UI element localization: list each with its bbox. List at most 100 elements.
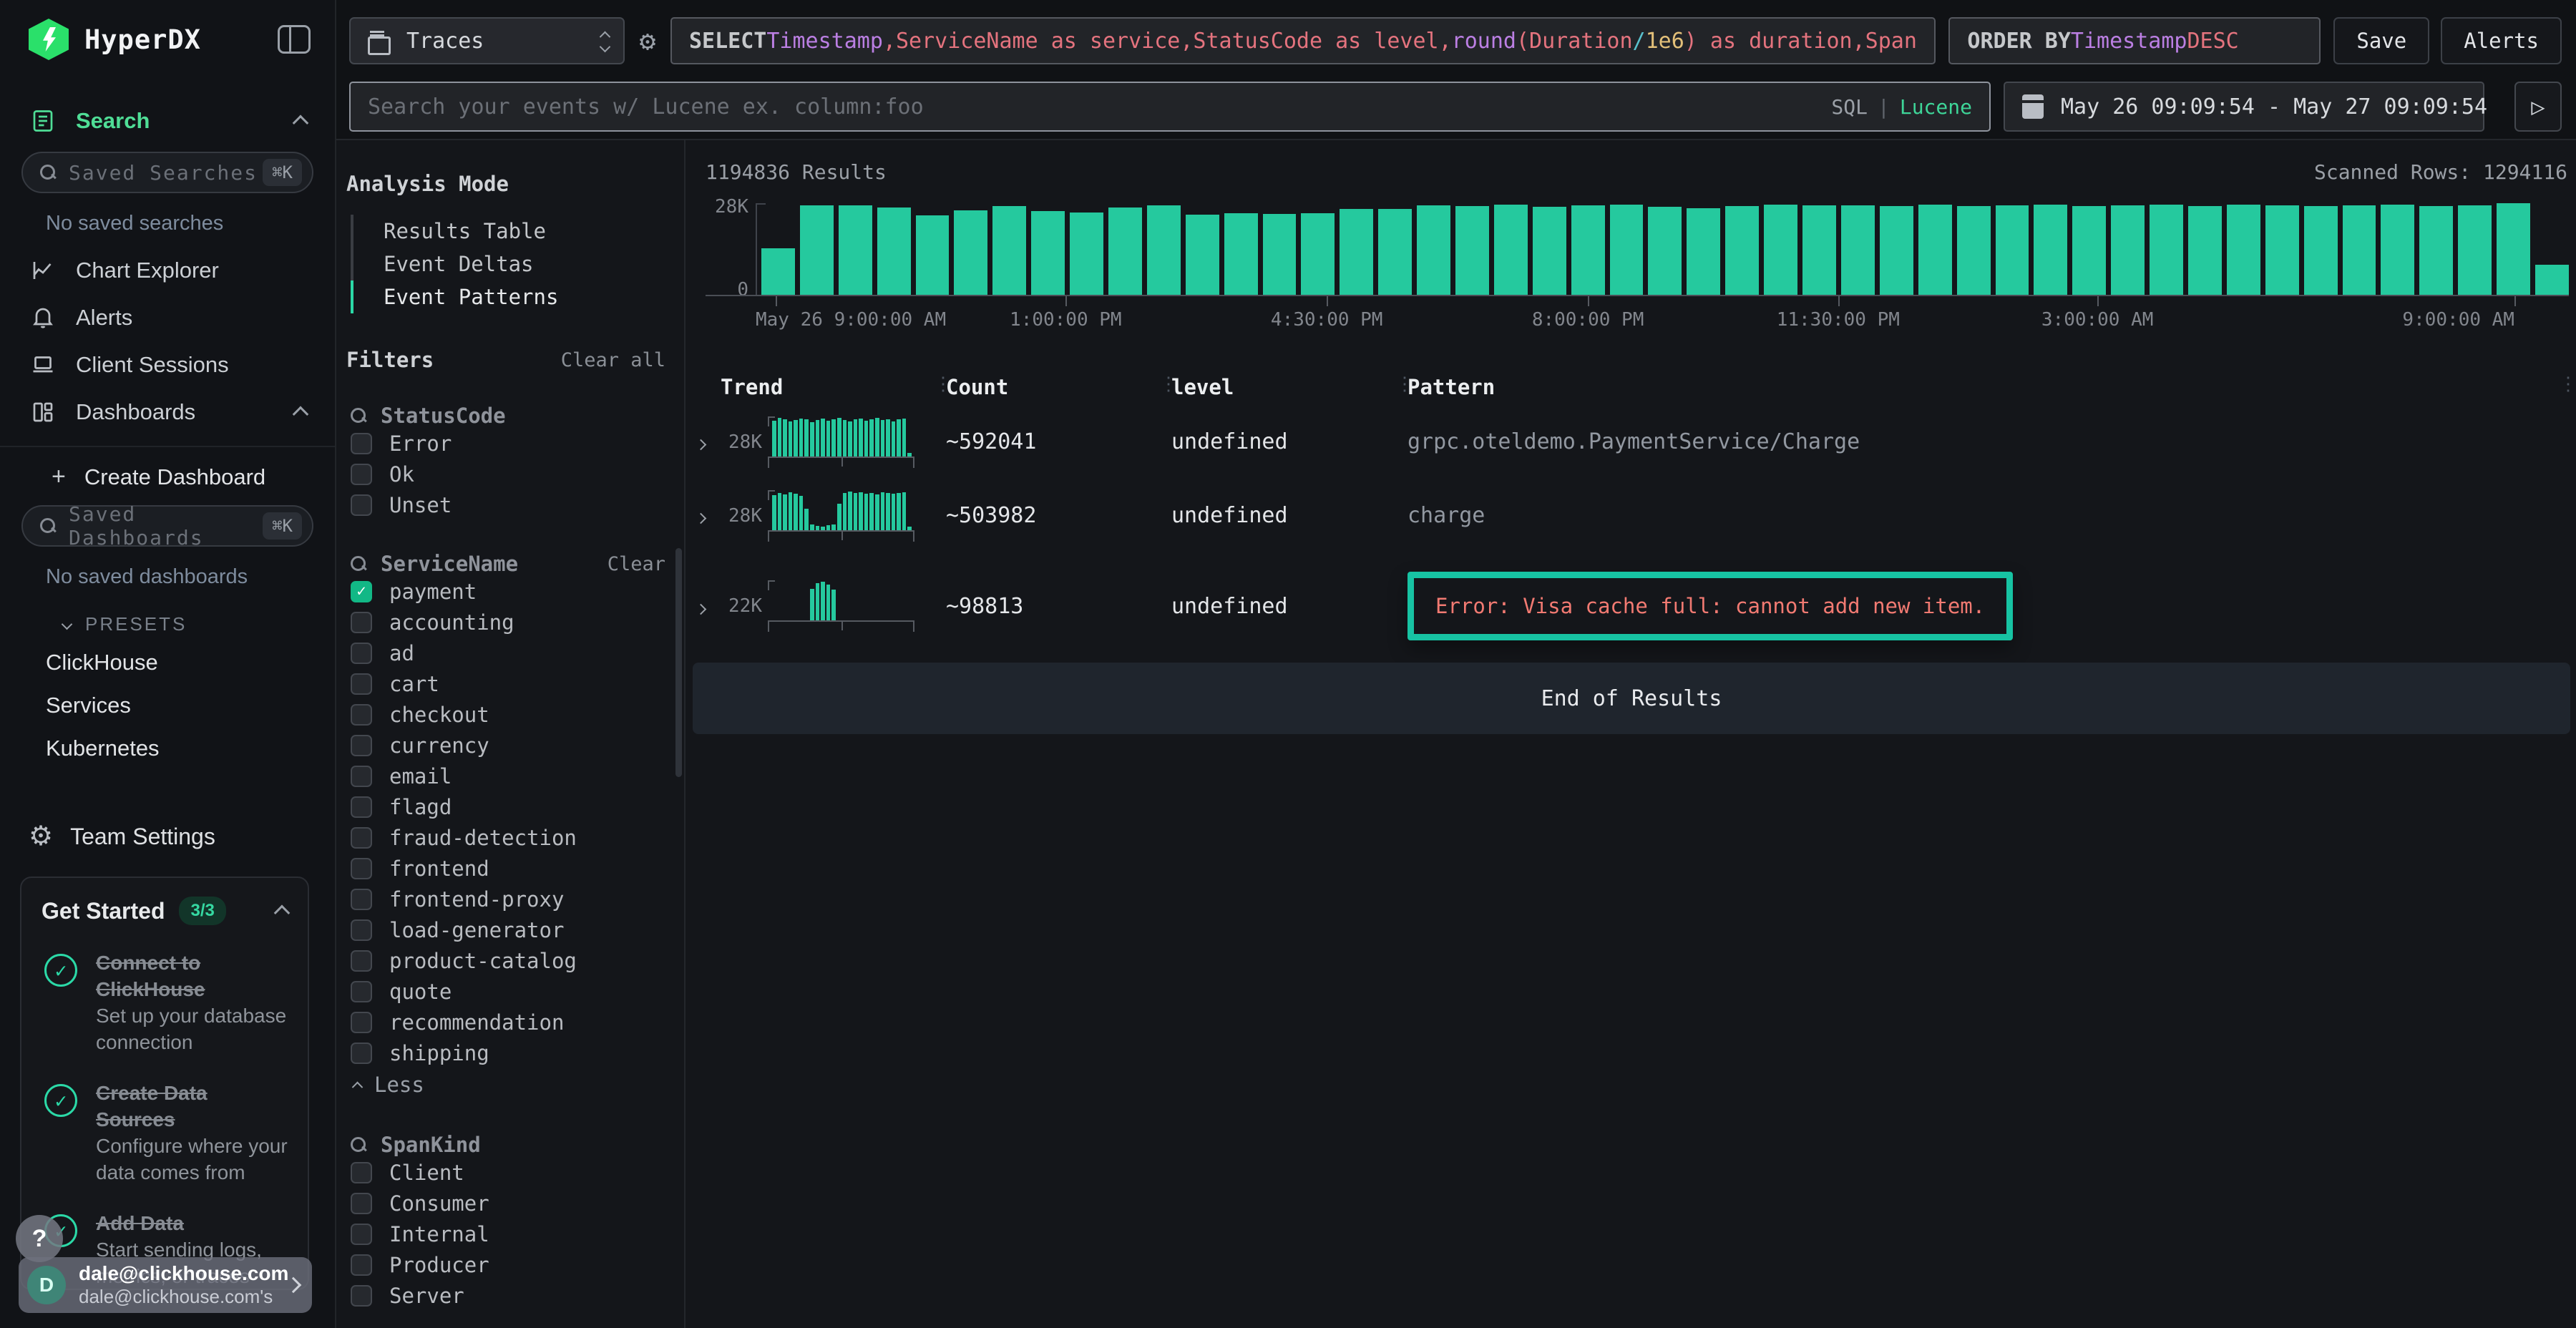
checkbox[interactable] (351, 858, 372, 879)
saved-searches-input[interactable]: Saved Searches ⌘K (21, 152, 313, 193)
column-drag-handle-icon[interactable]: ⋮ (2559, 374, 2576, 395)
filter-option[interactable]: quote (346, 976, 670, 1007)
column-header-pattern[interactable]: Pattern (1407, 375, 2576, 399)
column-header-level[interactable]: level (1171, 375, 1407, 399)
run-query-button[interactable]: ▷ (2514, 82, 2562, 132)
search-input[interactable] (368, 94, 1817, 119)
checkbox[interactable] (351, 1254, 372, 1276)
sidebar-item-dashboards[interactable]: Dashboards (0, 389, 335, 436)
column-header-count[interactable]: Count (946, 375, 1171, 399)
search-icon[interactable] (351, 408, 366, 424)
filter-option[interactable]: fraud-detection (346, 822, 670, 853)
sql-mode-link[interactable]: SQL (1831, 95, 1868, 119)
alerts-button[interactable]: Alerts (2441, 17, 2562, 64)
filter-option[interactable]: frontend-proxy (346, 884, 670, 914)
chevron-up-icon[interactable] (293, 115, 309, 132)
filter-option[interactable]: Consumer (346, 1188, 670, 1219)
filter-option[interactable]: recommendation (346, 1007, 670, 1038)
checkbox[interactable] (351, 704, 372, 726)
filters-scrollbar[interactable] (675, 548, 682, 777)
sidebar-collapse-icon[interactable] (278, 25, 311, 54)
filter-option[interactable]: currency (346, 730, 670, 761)
filter-option[interactable]: Unset (346, 489, 670, 520)
user-menu[interactable]: D dale@clickhouse.com dale@clickhouse.co… (19, 1257, 312, 1313)
saved-dashboards-input[interactable]: Saved Dashboards ⌘K (21, 505, 313, 547)
checkbox[interactable] (351, 919, 372, 941)
checkbox[interactable] (351, 1224, 372, 1245)
results-histogram[interactable]: 28K 0 (756, 203, 2569, 295)
filter-option[interactable]: shipping (346, 1038, 670, 1068)
checkbox[interactable] (351, 827, 372, 849)
checkbox[interactable]: ✓ (351, 581, 372, 602)
column-drag-handle-icon[interactable]: ⋮ (934, 374, 952, 395)
table-row[interactable]: 28K~592041undefinedgrpc.oteldemo.Payment… (687, 405, 2576, 479)
sidebar-item-chart-explorer[interactable]: Chart Explorer (0, 247, 335, 294)
checkbox[interactable] (351, 796, 372, 818)
row-expand-chevron[interactable] (687, 503, 721, 528)
filter-option[interactable]: Client (346, 1157, 670, 1188)
help-button[interactable]: ? (16, 1215, 63, 1262)
checkbox[interactable] (351, 1193, 372, 1214)
show-less-toggle[interactable]: Less (346, 1068, 670, 1101)
lucene-mode-link[interactable]: Lucene (1900, 95, 1972, 119)
create-dashboard-button[interactable]: + Create Dashboard (0, 447, 335, 498)
filter-option[interactable]: Server (346, 1280, 670, 1311)
date-range-picker[interactable]: May 26 09:09:54 - May 27 09:09:54 (2004, 82, 2484, 132)
checkbox[interactable] (351, 643, 372, 664)
checkbox[interactable] (351, 464, 372, 485)
row-expand-chevron[interactable] (687, 429, 721, 454)
chevron-up-icon[interactable] (293, 406, 309, 423)
source-select[interactable]: Traces (349, 17, 625, 64)
order-by-editor[interactable]: ORDER BY Timestamp DESC (1948, 17, 2321, 64)
checkbox[interactable] (351, 981, 372, 1002)
checkbox[interactable] (351, 1162, 372, 1183)
filter-option[interactable]: cart (346, 668, 670, 699)
filter-option[interactable]: ✓payment (346, 576, 670, 607)
preset-item-clickhouse[interactable]: ClickHouse (0, 641, 335, 684)
checkbox[interactable] (351, 950, 372, 972)
checkbox[interactable] (351, 673, 372, 695)
row-expand-chevron[interactable] (687, 594, 721, 619)
checkbox[interactable] (351, 433, 372, 454)
clear-all-link[interactable]: Clear all (561, 349, 670, 371)
sidebar-item-search[interactable]: Search (0, 97, 335, 145)
filter-option[interactable]: product-catalog (346, 945, 670, 976)
checkbox[interactable] (351, 1012, 372, 1033)
filter-option[interactable]: load-generator (346, 914, 670, 945)
filter-option[interactable]: ad (346, 638, 670, 668)
filter-option[interactable]: Error (346, 428, 670, 459)
get-started-item[interactable]: ✓Connect to ClickHouseSet up your databa… (42, 949, 288, 1055)
filter-option[interactable]: Internal (346, 1219, 670, 1249)
analysis-mode-event-patterns[interactable]: Event Patterns (351, 280, 670, 313)
save-button[interactable]: Save (2333, 17, 2429, 64)
column-drag-handle-icon[interactable]: ⋮ (1395, 374, 1414, 395)
filter-option[interactable]: frontend (346, 853, 670, 884)
filter-option[interactable]: Producer (346, 1249, 670, 1280)
checkbox[interactable] (351, 735, 372, 756)
table-row[interactable]: 22K~98813undefinedError: Visa cache full… (687, 552, 2576, 660)
analysis-mode-results-table[interactable]: Results Table (351, 215, 670, 248)
get-started-item[interactable]: ✓Create Data SourcesConfigure where your… (42, 1080, 288, 1186)
sidebar-item-client-sessions[interactable]: Client Sessions (0, 341, 335, 389)
checkbox[interactable] (351, 494, 372, 516)
search-icon[interactable] (351, 1137, 366, 1153)
filter-option[interactable]: Ok (346, 459, 670, 489)
analysis-mode-event-deltas[interactable]: Event Deltas (351, 248, 670, 280)
source-settings-button[interactable]: ⚙ (625, 17, 670, 64)
checkbox[interactable] (351, 1285, 372, 1307)
sidebar-item-alerts[interactable]: Alerts (0, 294, 335, 341)
highlighted-error-pattern[interactable]: Error: Visa cache full: cannot add new i… (1407, 572, 2013, 640)
filter-option[interactable]: checkout (346, 699, 670, 730)
preset-item-kubernetes[interactable]: Kubernetes (0, 727, 335, 770)
checkbox[interactable] (351, 889, 372, 910)
checkbox[interactable] (351, 1043, 372, 1064)
checkbox[interactable] (351, 612, 372, 633)
clear-filter-link[interactable]: Clear (608, 553, 670, 575)
chevron-up-icon[interactable] (274, 905, 291, 922)
sidebar-item-team-settings[interactable]: ⚙ Team Settings (0, 810, 335, 863)
column-header-trend[interactable]: Trend (721, 375, 946, 399)
filter-option[interactable]: accounting (346, 607, 670, 638)
sql-select-editor[interactable]: SELECT Timestamp, ServiceName as service… (670, 17, 1936, 64)
filter-option[interactable]: flagd (346, 791, 670, 822)
table-row[interactable]: 28K~503982undefinedcharge (687, 479, 2576, 552)
